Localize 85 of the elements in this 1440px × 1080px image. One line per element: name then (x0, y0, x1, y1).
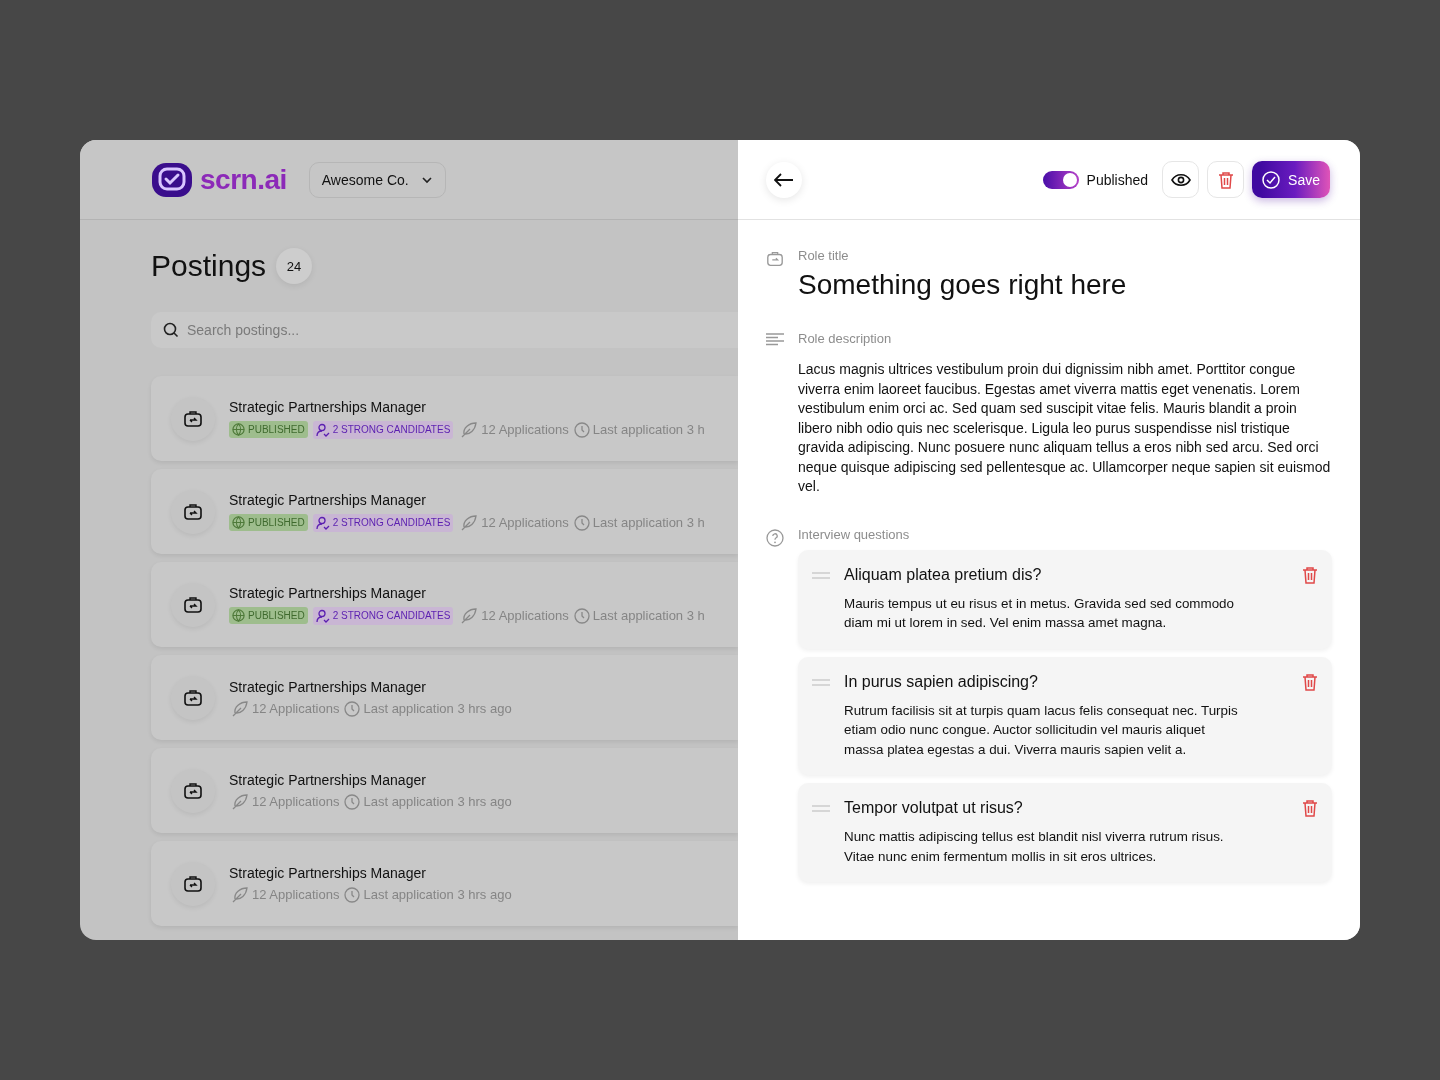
posting-title: Strategic Partnerships Manager (229, 678, 427, 695)
posting-title: Strategic Partnerships Manager (229, 771, 427, 788)
applications-count: 12 Applications (481, 515, 569, 530)
user-check-icon (315, 608, 330, 623)
drag-handle-icon[interactable] (812, 571, 830, 579)
feather-icon (231, 793, 249, 810)
posting-card[interactable]: Strategic Partnerships Manager 12 Applications Last application 3 hrs ago (151, 748, 738, 833)
drag-handle-icon[interactable] (812, 678, 830, 686)
brand-name: scrn.ai (200, 163, 287, 196)
status-label: PUBLISHED (248, 517, 305, 528)
feather-icon (460, 421, 479, 438)
drag-handle-icon[interactable] (812, 805, 830, 812)
status-label: PUBLISHED (248, 610, 305, 621)
posting-card[interactable]: Strategic Partnerships Manager PUBLISHED 2 STRONG CANDIDATES 12 Applications Last application 3 h (151, 469, 738, 554)
page-title: Postings (151, 249, 267, 283)
field-label: Role title (798, 248, 850, 263)
field-label: Role description (798, 331, 893, 346)
last-application-time: Last application 3 hrs ago (363, 887, 512, 902)
posting-title: Strategic Partnerships Manager (229, 491, 427, 508)
last-application-time: Last application 3 hrs ago (363, 701, 512, 716)
posting-card[interactable]: Strategic Partnerships Manager 12 Applications Last application 3 hrs ago (151, 841, 738, 926)
check-circle-icon (1262, 170, 1281, 189)
globe-icon (232, 423, 245, 436)
posting-card[interactable]: Strategic Partnerships Manager PUBLISHED 2 STRONG CANDIDATES 12 Applications Last application 3 h (151, 562, 738, 647)
text-lines-icon (766, 333, 784, 347)
trash-icon[interactable] (1302, 799, 1318, 817)
applications-count: 12 Applications (481, 422, 569, 437)
question-answer: Nunc mattis adipiscing tellus est blandit nisl viverra rutrum risus. Vitae nunc enim fermentum mollis in sit eros ultrices. (844, 828, 1225, 866)
eye-icon (1170, 172, 1191, 187)
role-description-field[interactable]: Lacus magnis ultrices vestibulum proin dui dignissim nibh amet. Porttitor congue viverra enim laoreet faucibus. Egestas amet viverra mattis eget venenatis. Lorem vestibulum enim orci ac. Sed quam sed suscipit vitae felis. Mauris blandit a proin libero nibh odio quis nec scelerisque. Ligula leo purus suspendisse nisl tristique gravida adipiscing. Nunc posuere nunc aliquam tellus a eros nibh sed arcu. Sed orci neque quisque adipiscing sed pellentesque ac. Ullamcorper neque sapien sit euismod vel. (798, 360, 1332, 497)
count-badge: 24 (276, 248, 313, 284)
toggle-label: Published (1086, 171, 1149, 188)
last-application-time: Last application 3 hrs ago (363, 794, 512, 809)
globe-icon (232, 516, 245, 529)
candidates-label: 2 STRONG CANDIDATES (332, 517, 451, 528)
delete-button[interactable] (1207, 161, 1245, 198)
question-title: Tempor volutpat ut risus? (844, 799, 1024, 817)
feather-icon (231, 700, 249, 717)
question-answer: Rutrum facilisis sit at turpis quam lacus felis consequat nec. Turpis etiam odio nunc congue. Auctor sollicitudin vel mauris aliquet massa platea egestas a dui. Viverra mauris sapien velit a. (844, 701, 1239, 759)
posting-card[interactable]: Strategic Partnerships Manager PUBLISHED 2 STRONG CANDIDATES 12 Applications Last application 3 h (151, 376, 738, 461)
trash-icon[interactable] (1302, 565, 1318, 584)
applications-count: 12 Applications (481, 608, 569, 623)
field-label: Interview questions (798, 526, 911, 542)
role-title-field[interactable]: Something goes right here (798, 269, 1332, 301)
candidates-label: 2 STRONG CANDIDATES (332, 424, 451, 435)
clock-icon (344, 886, 361, 903)
feather-icon (460, 607, 479, 624)
question-answer: Mauris tempus ut eu risus et in metus. Gravida sed sed commodo diam mi ut lorem in sed. Vel enim massa amet magna. (844, 594, 1235, 632)
chevron-down-icon (420, 175, 433, 184)
trash-icon (1217, 170, 1234, 189)
clock-icon (573, 421, 590, 438)
clock-icon (573, 607, 590, 624)
posting-card[interactable]: Strategic Partnerships Manager 12 Applications Last application 3 hrs ago (151, 655, 738, 740)
save-button[interactable]: Save (1252, 161, 1330, 198)
last-application-time: Last application 3 h (592, 608, 705, 623)
applications-count: 12 Applications (252, 794, 340, 809)
feather-icon (231, 886, 249, 903)
posting-title: Strategic Partnerships Manager (229, 398, 427, 415)
posting-title: Strategic Partnerships Manager (229, 584, 427, 601)
status-label: PUBLISHED (248, 424, 305, 435)
user-check-icon (315, 422, 330, 437)
arrow-left-icon (774, 172, 794, 187)
applications-count: 12 Applications (252, 701, 340, 716)
trash-icon[interactable] (1302, 672, 1318, 691)
posting-title: Strategic Partnerships Manager (229, 864, 427, 881)
last-application-time: Last application 3 h (592, 422, 705, 437)
help-icon (766, 528, 784, 547)
user-check-icon (315, 515, 330, 530)
candidates-label: 2 STRONG CANDIDATES (332, 610, 451, 621)
feather-icon (460, 514, 479, 531)
back-button[interactable] (766, 161, 802, 198)
preview-button[interactable] (1162, 161, 1200, 198)
question-title: In purus sapien adipiscing? (844, 672, 1039, 691)
applications-count: 12 Applications (252, 887, 340, 902)
last-application-time: Last application 3 h (592, 515, 705, 530)
search-field[interactable]: Search postings... (151, 312, 738, 348)
company-dropdown[interactable]: Awesome Co. (308, 161, 446, 198)
published-toggle[interactable] (1042, 170, 1079, 189)
globe-icon (232, 609, 245, 622)
logo-icon (150, 160, 194, 199)
question-title: Aliquam platea pretium dis? (844, 565, 1043, 584)
clock-icon (573, 514, 590, 531)
clock-icon (344, 793, 361, 810)
clock-icon (344, 700, 361, 717)
briefcase-icon (766, 250, 784, 268)
